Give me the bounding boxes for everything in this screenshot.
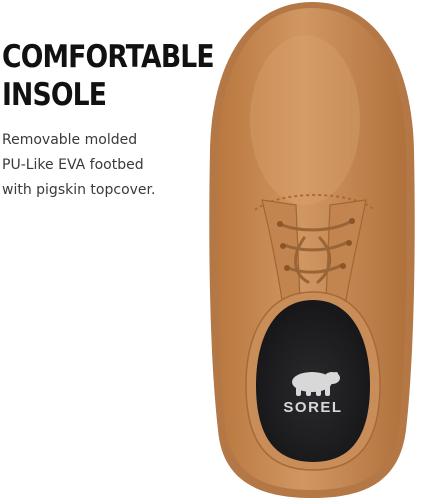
shoe-top-view-image: SOREL <box>209 2 415 498</box>
headline-line-1: COMFORTABLE <box>2 39 215 75</box>
description-line-1: Removable molded <box>2 132 138 148</box>
brand-wordmark: SOREL <box>283 399 342 416</box>
feature-description: Removable molded PU-Like EVA footbed wit… <box>2 128 192 203</box>
description-line-2: PU-Like EVA footbed <box>2 157 144 173</box>
description-line-3: with pigskin topcover. <box>2 182 156 198</box>
feature-headline: COMFORTABLE INSOLE <box>2 38 215 114</box>
headline-line-2: INSOLE <box>2 77 107 113</box>
